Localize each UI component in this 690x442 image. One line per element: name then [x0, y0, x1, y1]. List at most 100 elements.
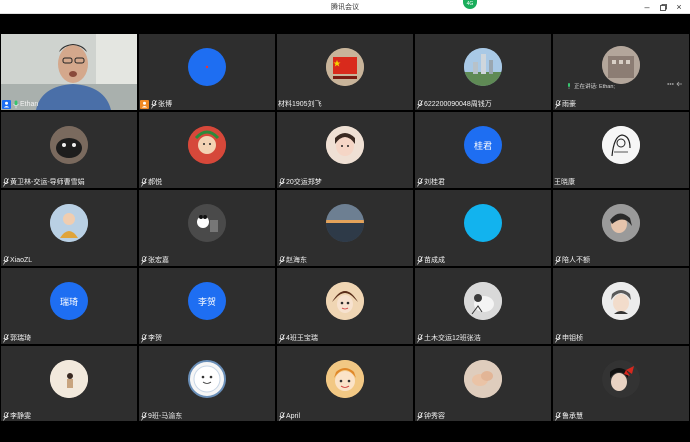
participant-tile[interactable]: 材料1905刘飞	[277, 34, 413, 110]
face-avatar-image	[193, 365, 221, 393]
participant-tile[interactable]: 瑞琦 郭瑞琦	[1, 268, 137, 344]
participant-tile[interactable]: 钟秀容	[415, 346, 551, 422]
avatar	[50, 360, 88, 398]
participant-tile[interactable]: 李静雯	[1, 346, 137, 422]
participant-tile[interactable]: 李贺 李贺	[139, 268, 275, 344]
participant-tile[interactable]: 陪人不额	[553, 190, 689, 266]
mic-muted-icon	[416, 177, 423, 187]
mic-muted-icon	[278, 333, 285, 343]
participant-tile[interactable]: 苗成成	[415, 190, 551, 266]
hands-avatar-image	[464, 360, 502, 398]
participant-name: 郭瑞琦	[10, 335, 31, 342]
avatar	[188, 126, 226, 164]
name-bar: 土木交运12班张浩	[416, 333, 481, 343]
participant-tile[interactable]: 鲁承慧	[553, 346, 689, 422]
avatar	[602, 360, 640, 398]
red-dot-icon	[205, 65, 209, 69]
participant-tile[interactable]: 申钼桢	[553, 268, 689, 344]
participant-tile[interactable]: 张宏嘉	[139, 190, 275, 266]
mic-muted-icon	[140, 177, 147, 187]
participant-tile[interactable]: 9班-马渝东	[139, 346, 275, 422]
speaking-text: 正在讲话: Ethan;	[574, 84, 615, 90]
person-avatar-image	[602, 204, 640, 242]
participant-name: 20交运郑梦	[286, 179, 322, 186]
more-icon[interactable]	[667, 81, 674, 87]
participant-tile[interactable]: 土木交运12班张浩	[415, 268, 551, 344]
participant-tile[interactable]: 正在讲话: Ethan; 雨豪	[553, 34, 689, 110]
avatar	[326, 48, 364, 86]
name-bar: 鲁承慧	[554, 411, 583, 421]
participant-tile[interactable]: XiaoZL	[1, 190, 137, 266]
girl-avatar-image	[326, 126, 364, 164]
mic-muted-icon	[278, 411, 285, 421]
participant-name: April	[286, 412, 301, 420]
avatar	[50, 204, 88, 242]
participant-tile[interactable]: 赵海东	[277, 190, 413, 266]
bottom-toolbar-area	[0, 421, 690, 442]
participant-grid: Ethan 张博 材料1905刘飞 622200090048周钱万 正在讲话: …	[0, 34, 690, 422]
boy-avatar-image	[602, 282, 640, 320]
participant-name: 申钼桢	[562, 335, 583, 342]
participant-name: 王晓康	[554, 179, 575, 186]
back-arrow-icon[interactable]	[676, 81, 683, 87]
avatar	[326, 360, 364, 398]
title-bar: 腾讯会议 4G – ×	[0, 0, 690, 14]
name-bar: 李静雯	[2, 411, 31, 421]
participant-name: 苗成成	[424, 257, 445, 264]
participant-name: 雨豪	[562, 101, 576, 108]
window-controls: – ×	[640, 1, 686, 13]
animal-avatar-image	[464, 282, 502, 320]
participant-tile[interactable]: April	[277, 346, 413, 422]
mic-muted-icon	[150, 99, 157, 109]
participant-tile[interactable]: 桂君 刘桂君	[415, 112, 551, 188]
mic-muted-icon	[2, 333, 9, 343]
mic-muted-icon	[2, 177, 9, 187]
anime-avatar-image	[326, 282, 364, 320]
avatar	[602, 204, 640, 242]
cohost-icon	[140, 99, 149, 109]
top-toolbar-area	[0, 14, 690, 34]
participant-tile[interactable]: 黄卫林-交运-导师曹雪娟	[1, 112, 137, 188]
name-bar: 刘桂君	[416, 177, 445, 187]
name-bar: 郭瑞琦	[2, 333, 31, 343]
avatar: 瑞琦	[50, 282, 88, 320]
participant-tile[interactable]: 郝悦	[139, 112, 275, 188]
participant-tile[interactable]: 张博	[139, 34, 275, 110]
name-bar: 张宏嘉	[140, 255, 169, 265]
participant-tile[interactable]: 622200090048周钱万	[415, 34, 551, 110]
name-bar: 郝悦	[140, 177, 162, 187]
red-bow-avatar-image	[602, 360, 640, 398]
mic-muted-icon	[554, 411, 561, 421]
mic-muted-icon	[2, 411, 9, 421]
building-avatar-image	[602, 46, 640, 84]
close-icon[interactable]: ×	[672, 1, 686, 13]
avatar: 桂君	[464, 126, 502, 164]
participant-tile[interactable]: 王晓康	[553, 112, 689, 188]
participant-name: 钟秀容	[424, 413, 445, 420]
avatar	[602, 126, 640, 164]
mic-muted-icon	[416, 255, 423, 265]
flag-avatar-image	[326, 48, 364, 86]
name-bar: XiaoZL	[2, 255, 32, 265]
participant-name: 材料1905刘飞	[278, 101, 322, 108]
participant-name: XiaoZL	[10, 256, 33, 264]
panda-avatar-image	[188, 204, 226, 242]
name-bar: April	[278, 411, 300, 421]
participant-name: 9班-马渝东	[148, 413, 183, 420]
tile-tools	[667, 81, 683, 87]
avatar	[188, 360, 226, 398]
name-bar: 张博	[140, 99, 172, 109]
participant-name: 刘桂君	[424, 179, 445, 186]
restore-icon[interactable]	[656, 1, 670, 13]
mic-muted-icon	[554, 333, 561, 343]
avatar	[464, 48, 502, 86]
sketch-avatar-image	[602, 126, 640, 164]
minimize-icon[interactable]: –	[640, 1, 654, 13]
participant-tile[interactable]: 4班王宝瑞	[277, 268, 413, 344]
cartoon-avatar-image	[188, 126, 226, 164]
mic-muted-icon	[278, 255, 285, 265]
participant-name: 4班王宝瑞	[286, 335, 318, 342]
participant-name: Ethan	[20, 100, 39, 108]
participant-tile[interactable]: 20交运郑梦	[277, 112, 413, 188]
host-video-tile[interactable]: Ethan	[1, 34, 137, 110]
